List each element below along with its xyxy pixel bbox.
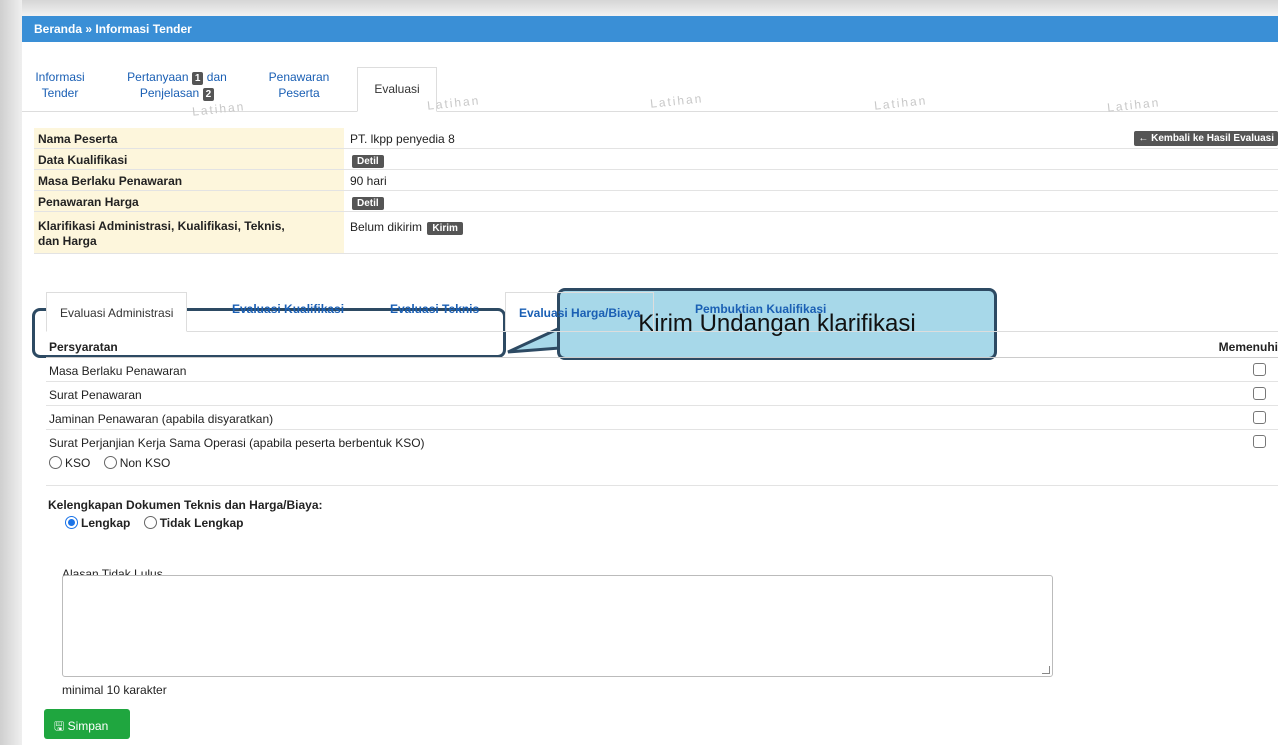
requirement-label: Surat Perjanjian Kerja Sama Operasi (apa… — [49, 436, 425, 450]
tab-informasi-tender[interactable]: Informasi Tender — [30, 69, 90, 101]
window-frame-top — [0, 0, 1278, 16]
row-penawaran-harga: Penawaran Harga Detil — [34, 191, 1278, 212]
tab-penawaran-peserta[interactable]: Penawaran Peserta — [254, 69, 344, 101]
column-header: Persyaratan — [49, 340, 118, 354]
radio-label: Tidak Lengkap — [159, 516, 244, 530]
detail-button[interactable]: Detil — [352, 155, 384, 168]
requirement-label: Masa Berlaku Penawaran — [49, 364, 187, 378]
tab-pertanyaan-penjelasan[interactable]: Pertanyaan 1 dan Penjelasan 2 — [112, 69, 242, 101]
tab-label: dan — [206, 70, 227, 84]
breadcrumb: Beranda » Informasi Tender — [22, 16, 1278, 42]
row-label-line: dan Harga — [38, 234, 97, 248]
row-label: Data Kualifikasi — [34, 149, 344, 169]
page: Beranda » Informasi Tender Informasi Ten… — [22, 16, 1278, 745]
participant-info-table: Nama Peserta PT. lkpp penyedia 8 ← Kemba… — [34, 128, 1278, 254]
row-data-kualifikasi: Data Kualifikasi Detil — [34, 149, 1278, 170]
table-row: Surat Penawaran — [46, 382, 1278, 406]
row-label-line: Klarifikasi Administrasi, Kualifikasi, T… — [38, 219, 285, 233]
tab-evaluasi[interactable]: Evaluasi — [357, 67, 437, 112]
tab-label: Evaluasi — [374, 82, 420, 96]
tab-label: Penawaran — [268, 70, 330, 84]
row-value: PT. lkpp penyedia 8 — [350, 132, 455, 146]
save-button[interactable]: 🖫 Simpan — [44, 709, 130, 739]
breadcrumb-text[interactable]: Beranda » Informasi Tender — [34, 22, 192, 36]
row-klarifikasi: Klarifikasi Administrasi, Kualifikasi, T… — [34, 212, 1278, 254]
requirement-label: Surat Penawaran — [49, 388, 142, 402]
row-label: Nama Peserta — [34, 128, 344, 148]
radio-label: Non KSO — [119, 456, 171, 470]
memenuhi-checkbox[interactable] — [1253, 435, 1266, 448]
save-button-label: Simpan — [67, 719, 109, 733]
floppy-disk-icon: 🖫 — [54, 719, 65, 733]
radio-label: KSO — [65, 456, 91, 470]
evaluation-tabs: Evaluasi Administrasi Evaluasi Kualifika… — [46, 292, 1278, 332]
tab-evaluasi-teknis[interactable]: Evaluasi Teknis — [390, 302, 479, 316]
tab-label: Penjelasan — [139, 86, 200, 100]
detail-button[interactable]: Detil — [352, 197, 384, 210]
status-text: Belum dikirim — [350, 220, 423, 234]
row-label: Klarifikasi Administrasi, Kualifikasi, T… — [34, 212, 344, 253]
send-invitation-button[interactable]: Kirim — [427, 222, 463, 235]
count-badge: 2 — [202, 88, 215, 101]
alasan-textarea[interactable] — [62, 575, 1053, 677]
section-title: Kelengkapan Dokumen Teknis dan Harga/Bia… — [48, 498, 323, 512]
tab-label: Informasi — [35, 70, 85, 84]
kso-radio[interactable] — [49, 456, 62, 469]
tidak-lengkap-radio[interactable] — [143, 516, 157, 529]
non-kso-radio[interactable] — [103, 456, 117, 469]
memenuhi-checkbox[interactable] — [1253, 411, 1266, 424]
kelengkapan-section: Kelengkapan Dokumen Teknis dan Harga/Bia… — [48, 498, 323, 530]
tab-label: Peserta — [278, 86, 320, 100]
requirement-label: Jaminan Penawaran (apabila disyaratkan) — [49, 412, 274, 426]
table-row: Surat Perjanjian Kerja Sama Operasi (apa… — [46, 430, 1278, 486]
kelengkapan-radio-group: Lengkap Tidak Lengkap — [65, 516, 323, 530]
table-header: Persyaratan Memenuhi — [46, 336, 1278, 358]
requirements-table: Persyaratan Memenuhi Masa Berlaku Penawa… — [46, 336, 1278, 486]
row-masa-berlaku: Masa Berlaku Penawaran 90 hari — [34, 170, 1278, 191]
row-label: Masa Berlaku Penawaran — [34, 170, 344, 190]
resize-grip-icon[interactable] — [1042, 666, 1050, 674]
column-header: Memenuhi — [1218, 340, 1278, 354]
row-nama-peserta: Nama Peserta PT. lkpp penyedia 8 ← Kemba… — [34, 128, 1278, 149]
radio-label: Lengkap — [81, 516, 131, 530]
back-to-evaluation-button[interactable]: ← Kembali ke Hasil Evaluasi — [1134, 131, 1278, 146]
row-value: Detil — [350, 153, 384, 168]
tab-evaluasi-administrasi[interactable]: Evaluasi Administrasi — [46, 292, 188, 332]
lengkap-radio[interactable] — [65, 516, 78, 529]
tab-evaluasi-harga[interactable]: Evaluasi Harga/Biaya — [505, 292, 655, 332]
count-badge: 1 — [191, 72, 204, 85]
tab-pembuktian-kualifikasi[interactable]: Pembuktian Kualifikasi — [695, 302, 826, 316]
row-value: Belum dikirim Kirim — [350, 220, 463, 235]
row-value: 90 hari — [350, 174, 387, 188]
row-value: Detil — [350, 195, 384, 210]
table-row: Masa Berlaku Penawaran — [46, 358, 1278, 382]
tab-label: Tender — [41, 86, 79, 100]
memenuhi-checkbox[interactable] — [1253, 363, 1266, 376]
table-row: Jaminan Penawaran (apabila disyaratkan) — [46, 406, 1278, 430]
row-label: Penawaran Harga — [34, 191, 344, 211]
tab-evaluasi-kualifikasi[interactable]: Evaluasi Kualifikasi — [232, 302, 344, 316]
window-frame-left — [0, 0, 22, 745]
memenuhi-checkbox[interactable] — [1253, 387, 1266, 400]
alasan-hint: minimal 10 karakter — [62, 683, 167, 697]
kso-radio-group: KSO Non KSO — [49, 456, 1275, 470]
tab-label: Pertanyaan — [127, 70, 189, 84]
